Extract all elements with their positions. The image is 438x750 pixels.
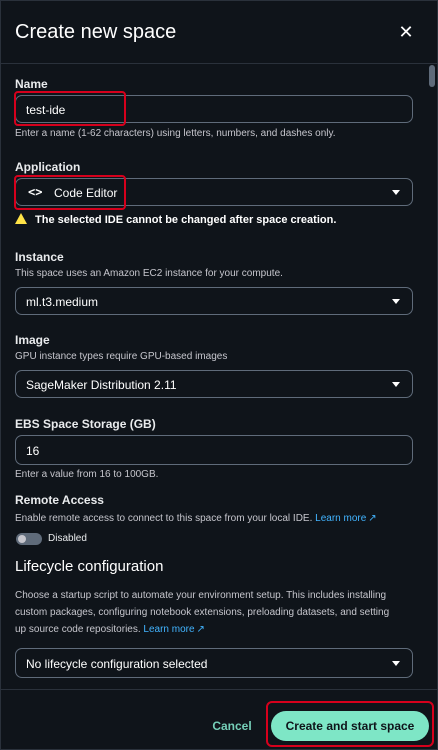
code-icon: <>: [28, 185, 43, 199]
name-label: Name: [15, 77, 48, 91]
storage-input-value: 16: [26, 444, 40, 458]
dialog-header: Create new space ✕: [15, 19, 423, 49]
image-selected: SageMaker Distribution 2.11: [26, 378, 177, 392]
application-select[interactable]: <> Code Editor: [15, 178, 413, 206]
application-warning: The selected IDE cannot be changed after…: [15, 213, 336, 226]
external-link-icon: ↗: [196, 624, 205, 635]
remote-label: Remote Access: [15, 493, 104, 507]
application-label: Application: [15, 160, 81, 174]
instance-select[interactable]: ml.t3.medium: [15, 287, 413, 315]
application-selected: Code Editor: [54, 186, 118, 200]
instance-desc: This space uses an Amazon EC2 instance f…: [15, 268, 283, 279]
cancel-button[interactable]: Cancel: [197, 715, 267, 737]
image-select[interactable]: SageMaker Distribution 2.11: [15, 370, 413, 398]
name-hint: Enter a name (1-62 characters) using let…: [15, 128, 336, 139]
instance-selected: ml.t3.medium: [26, 295, 99, 309]
storage-hint: Enter a value from 16 to 100GB.: [15, 469, 159, 480]
storage-input[interactable]: 16: [15, 435, 413, 465]
chevron-down-icon: [392, 382, 400, 387]
remote-desc-text: Enable remote access to connect to this …: [15, 513, 313, 524]
external-link-icon: ↗: [368, 513, 377, 524]
scrollbar[interactable]: [429, 65, 435, 87]
image-desc: GPU instance types require GPU-based ima…: [15, 351, 228, 362]
application-warning-text: The selected IDE cannot be changed after…: [35, 214, 337, 226]
header-divider: [1, 63, 437, 64]
image-label: Image: [15, 333, 50, 347]
remote-toggle-label: Disabled: [48, 533, 87, 544]
chevron-down-icon: [392, 190, 400, 195]
lifecycle-title: Lifecycle configuration: [15, 558, 164, 575]
lifecycle-desc-line3-row: up source code repositories. Learn more ↗: [15, 624, 205, 635]
name-input[interactable]: test-ide: [15, 95, 413, 123]
lifecycle-desc-line2: custom packages, configuring notebook ex…: [15, 607, 390, 618]
lifecycle-desc-line3: up source code repositories.: [15, 624, 141, 635]
create-and-start-space-button[interactable]: Create and start space: [271, 711, 429, 741]
chevron-down-icon: [392, 299, 400, 304]
create-space-dialog: Create new space ✕ Name test-ide Enter a…: [0, 0, 438, 750]
lifecycle-desc-line1: Choose a startup script to automate your…: [15, 590, 387, 601]
warning-icon: [15, 213, 27, 224]
footer-divider: [1, 689, 437, 690]
dialog-title: Create new space: [15, 21, 177, 43]
remote-access-toggle[interactable]: [16, 533, 42, 545]
chevron-down-icon: [392, 661, 400, 666]
lifecycle-learn-more-link[interactable]: Learn more: [143, 624, 194, 635]
instance-label: Instance: [15, 250, 64, 264]
lifecycle-select[interactable]: No lifecycle configuration selected: [15, 648, 413, 678]
remote-desc: Enable remote access to connect to this …: [15, 513, 377, 524]
close-icon[interactable]: ✕: [395, 21, 417, 43]
remote-learn-more-link[interactable]: Learn more: [315, 513, 366, 524]
storage-label: EBS Space Storage (GB): [15, 417, 156, 431]
lifecycle-selected: No lifecycle configuration selected: [26, 657, 208, 671]
name-input-value: test-ide: [26, 103, 66, 117]
